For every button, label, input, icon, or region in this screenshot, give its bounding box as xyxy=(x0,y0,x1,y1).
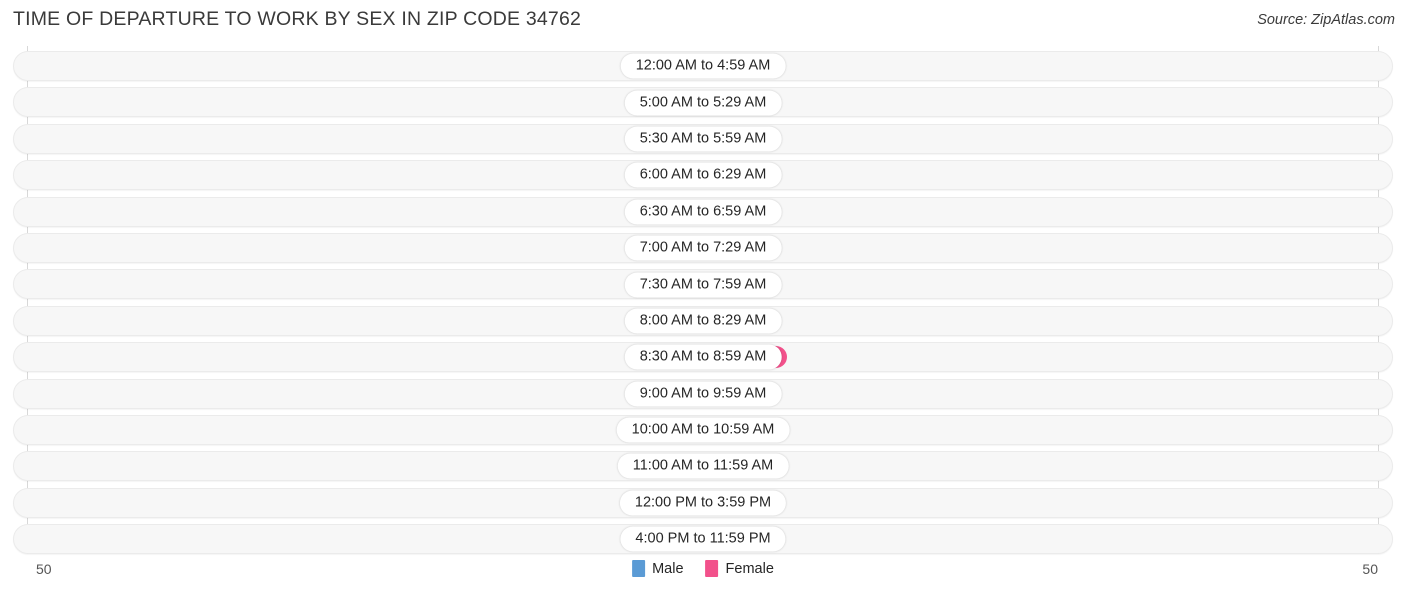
category-label: 9:00 AM to 9:59 AM xyxy=(624,381,782,407)
table-row[interactable]: 006:00 AM to 6:29 AM xyxy=(13,157,1393,193)
axis-tick-right: 50 xyxy=(1362,561,1378,577)
table-row[interactable]: 1409:00 AM to 9:59 AM xyxy=(13,376,1393,412)
female-side: 0 xyxy=(703,382,1393,405)
category-label: 8:30 AM to 8:59 AM xyxy=(624,344,782,370)
category-label: 8:00 AM to 8:29 AM xyxy=(624,308,782,334)
female-side: 0 xyxy=(703,528,1393,551)
chart-header: TIME OF DEPARTURE TO WORK BY SEX IN ZIP … xyxy=(0,0,1406,44)
category-label: 5:30 AM to 5:59 AM xyxy=(624,126,782,152)
female-side: 0 xyxy=(703,273,1393,296)
male-side: 0 xyxy=(13,200,703,223)
category-label: 12:00 AM to 4:59 AM xyxy=(620,53,786,79)
male-side: 0 xyxy=(13,91,703,114)
male-side: 0 xyxy=(13,273,703,296)
male-side: 0 xyxy=(13,418,703,441)
male-side: 0 xyxy=(13,346,703,369)
male-side: 18 xyxy=(13,309,703,332)
page-title: TIME OF DEPARTURE TO WORK BY SEX IN ZIP … xyxy=(13,8,582,30)
female-side: 0 xyxy=(703,91,1393,114)
female-side: 0 xyxy=(703,491,1393,514)
female-side: 0 xyxy=(703,455,1393,478)
table-row[interactable]: 03112:00 AM to 4:59 AM xyxy=(13,48,1393,84)
male-side: 0 xyxy=(13,55,703,77)
legend-label-male: Male xyxy=(652,560,684,577)
table-row[interactable]: 007:00 AM to 7:29 AM xyxy=(13,230,1393,266)
category-label: 4:00 PM to 11:59 PM xyxy=(620,526,786,552)
chart-legend: Male Female xyxy=(632,560,774,577)
source-attribution: Source: ZipAtlas.com xyxy=(1257,12,1395,28)
male-side: 0 xyxy=(13,491,703,514)
female-side: 0 xyxy=(703,236,1393,259)
category-label: 6:30 AM to 6:59 AM xyxy=(624,199,782,225)
male-side: 14 xyxy=(13,382,703,405)
bar-rows-container: 03112:00 AM to 4:59 AM005:00 AM to 5:29 … xyxy=(13,48,1393,557)
table-row[interactable]: 006:30 AM to 6:59 AM xyxy=(13,194,1393,230)
table-row[interactable]: 005:00 AM to 5:29 AM xyxy=(13,84,1393,120)
female-side: 31 xyxy=(703,55,1393,77)
category-label: 7:30 AM to 7:59 AM xyxy=(624,272,782,298)
category-label: 12:00 PM to 3:59 PM xyxy=(619,490,787,516)
category-label: 11:00 AM to 11:59 AM xyxy=(617,453,789,479)
category-label: 10:00 AM to 10:59 AM xyxy=(616,417,790,443)
table-row[interactable]: 007:30 AM to 7:59 AM xyxy=(13,266,1393,302)
legend-item-male[interactable]: Male xyxy=(632,560,684,577)
legend-label-female: Female xyxy=(725,560,774,577)
legend-swatch-female-icon xyxy=(705,560,719,577)
female-side: 0 xyxy=(703,200,1393,223)
male-side: 0 xyxy=(13,127,703,150)
chart-footer: 50 50 Male Female xyxy=(0,554,1406,595)
table-row[interactable]: 0012:00 PM to 3:59 PM xyxy=(13,485,1393,521)
female-side: 42 xyxy=(703,346,1393,369)
table-row[interactable]: 1808:00 AM to 8:29 AM xyxy=(13,303,1393,339)
female-side: 0 xyxy=(703,418,1393,441)
legend-item-female[interactable]: Female xyxy=(705,560,774,577)
male-side: 0 xyxy=(13,164,703,187)
female-side: 0 xyxy=(703,309,1393,332)
axis-tick-left: 50 xyxy=(36,561,52,577)
male-side: 0 xyxy=(13,455,703,478)
table-row[interactable]: 0145:30 AM to 5:59 AM xyxy=(13,121,1393,157)
chart-plot-area: 03112:00 AM to 4:59 AM005:00 AM to 5:29 … xyxy=(0,46,1406,557)
category-label: 6:00 AM to 6:29 AM xyxy=(624,162,782,188)
table-row[interactable]: 0428:30 AM to 8:59 AM xyxy=(13,339,1393,375)
male-side: 21 xyxy=(13,528,703,551)
male-side: 0 xyxy=(13,236,703,259)
female-side: 0 xyxy=(703,164,1393,187)
legend-swatch-male-icon xyxy=(632,560,646,577)
category-label: 7:00 AM to 7:29 AM xyxy=(624,235,782,261)
female-side: 14 xyxy=(703,127,1393,150)
table-row[interactable]: 0011:00 AM to 11:59 AM xyxy=(13,448,1393,484)
category-label: 5:00 AM to 5:29 AM xyxy=(624,90,782,116)
table-row[interactable]: 2104:00 PM to 11:59 PM xyxy=(13,521,1393,557)
table-row[interactable]: 0010:00 AM to 10:59 AM xyxy=(13,412,1393,448)
